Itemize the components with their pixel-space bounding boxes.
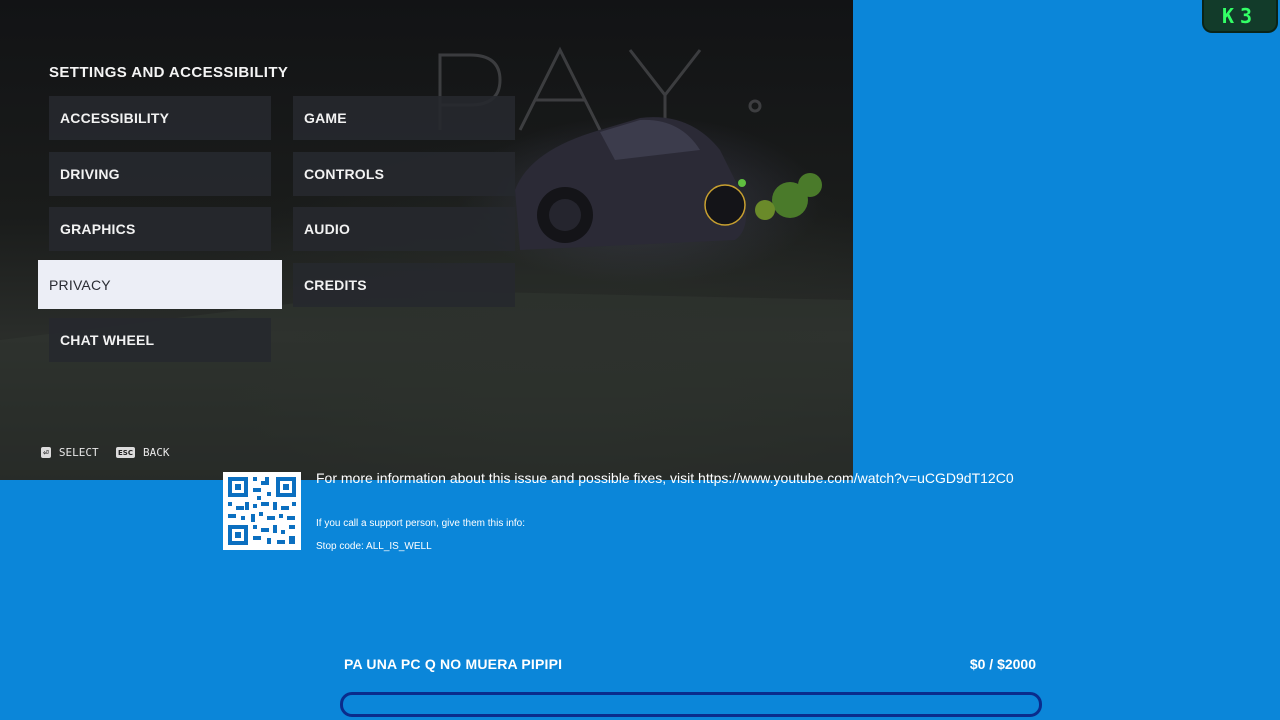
k3-logo: K3 xyxy=(1204,0,1276,31)
donation-goal-amount: $0 / $2000 xyxy=(969,656,1036,672)
donation-progress-bar xyxy=(340,692,1042,717)
menu-item-chat-wheel[interactable]: CHAT WHEEL xyxy=(49,318,271,362)
menu-item-credits[interactable]: CREDITS xyxy=(293,263,515,307)
back-hint[interactable]: ESC BACK xyxy=(116,446,169,459)
menu-item-controls[interactable]: CONTROLS xyxy=(293,152,515,196)
enter-key-icon: ⏎ xyxy=(41,447,51,458)
panel-title: SETTINGS AND ACCESSIBILITY xyxy=(49,64,289,81)
game-window: SETTINGS AND ACCESSIBILITY ACCESSIBILITY… xyxy=(0,0,853,480)
bsod-support-line: If you call a support person, give them … xyxy=(316,518,525,529)
bsod-info-line: For more information about this issue an… xyxy=(316,470,1014,486)
menu-item-audio[interactable]: AUDIO xyxy=(293,207,515,251)
menu-item-privacy[interactable]: PRIVACY xyxy=(38,260,282,309)
back-hint-label: BACK xyxy=(142,446,170,459)
menu-item-accessibility[interactable]: ACCESSIBILITY xyxy=(49,96,271,140)
menu-item-driving[interactable]: DRIVING xyxy=(49,152,271,196)
menu-item-game[interactable]: GAME xyxy=(293,96,515,140)
donation-goal-label: PA UNA PC Q NO MUERA PIPIPI xyxy=(344,656,563,672)
qr-code xyxy=(223,472,301,550)
bsod-stop-code: Stop code: ALL_IS_WELL xyxy=(316,541,432,552)
select-hint-label: SELECT xyxy=(58,446,99,459)
esc-key-icon: ESC xyxy=(116,447,135,458)
select-hint[interactable]: ⏎ SELECT xyxy=(41,446,99,459)
menu-item-graphics[interactable]: GRAPHICS xyxy=(49,207,271,251)
